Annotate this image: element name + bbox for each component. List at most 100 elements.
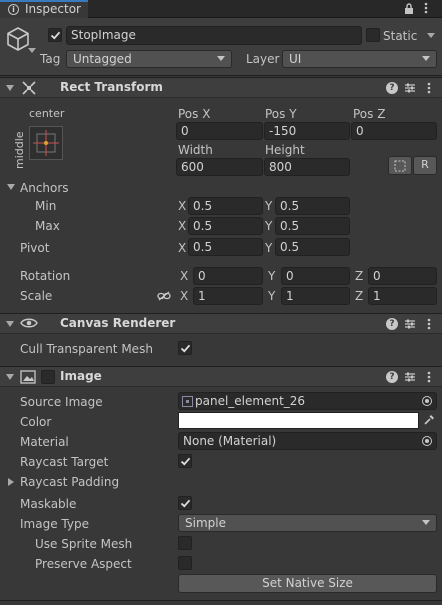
pos-x-field[interactable]: 0 <box>176 122 263 140</box>
rotation-x-field[interactable]: 0 <box>193 267 263 285</box>
help-icon[interactable]: ? <box>386 318 398 330</box>
lock-icon[interactable] <box>404 3 414 18</box>
blueprint-mode-button[interactable] <box>388 156 412 175</box>
static-dropdown-arrow[interactable] <box>427 33 435 38</box>
width-label: Width <box>178 143 213 157</box>
eyedropper-icon[interactable] <box>423 414 435 429</box>
gameobject-header: StopImage Static Tag Untagged Layer UI <box>0 18 442 76</box>
anchor-min-x-field[interactable]: 0.5 <box>188 197 263 215</box>
anchor-preset-button[interactable] <box>29 126 63 160</box>
more-icon[interactable] <box>427 318 431 333</box>
image-header[interactable]: Image ? <box>0 366 442 387</box>
anchor-max-x-field[interactable]: 0.5 <box>188 217 263 235</box>
tag-value: Untagged <box>73 52 132 66</box>
help-icon[interactable]: ? <box>386 371 398 383</box>
info-icon: i <box>8 4 19 15</box>
width-field[interactable]: 600 <box>176 158 263 176</box>
foldout-arrow[interactable] <box>6 85 14 91</box>
preset-icon[interactable] <box>404 371 416 386</box>
tab-label: Inspector <box>25 2 81 16</box>
anchor-max-y-field[interactable]: 0.5 <box>275 217 350 235</box>
static-checkbox[interactable] <box>366 28 380 42</box>
more-icon[interactable] <box>427 82 431 97</box>
active-checkbox[interactable] <box>48 28 62 42</box>
canvas-renderer-header[interactable]: Canvas Renderer ? <box>0 313 442 334</box>
scale-x-field[interactable]: 1 <box>193 287 263 305</box>
gameobject-name-field[interactable]: StopImage <box>66 26 362 45</box>
layer-dropdown[interactable]: UI <box>282 50 437 68</box>
anchor-preset-top-label: center <box>29 107 65 120</box>
raw-edit-button[interactable]: R <box>413 156 437 175</box>
axis-y-label: Y <box>265 241 273 255</box>
tag-label: Tag <box>40 52 61 66</box>
maskable-label: Maskable <box>20 497 77 511</box>
rotation-y-field[interactable]: 0 <box>281 267 350 285</box>
cull-transparent-mesh-label: Cull Transparent Mesh <box>20 342 153 356</box>
icon-dropdown-arrow[interactable] <box>28 48 36 53</box>
tag-dropdown[interactable]: Untagged <box>66 50 232 68</box>
axis-z-label: Z <box>355 289 364 303</box>
component-title: Rect Transform <box>60 80 163 94</box>
use-sprite-mesh-checkbox[interactable] <box>178 536 192 550</box>
raycast-padding-label[interactable]: Raycast Padding <box>20 474 119 490</box>
anchors-foldout-arrow[interactable] <box>7 184 15 190</box>
rotation-z-field[interactable]: 0 <box>368 267 437 285</box>
pos-y-label: Pos Y <box>265 107 297 121</box>
image-enabled-checkbox[interactable] <box>41 370 55 384</box>
chevron-down-icon <box>422 56 430 61</box>
set-native-size-button[interactable]: Set Native Size <box>178 574 437 593</box>
color-swatch[interactable] <box>178 412 419 429</box>
source-image-field[interactable]: panel_element_26 <box>178 392 437 410</box>
rect-transform-icon <box>21 80 37 99</box>
more-icon[interactable] <box>427 371 431 386</box>
source-image-value: panel_element_26 <box>195 394 306 408</box>
preset-icon[interactable] <box>404 82 416 97</box>
raycast-target-checkbox[interactable] <box>178 454 192 468</box>
foldout-arrow[interactable] <box>6 374 14 380</box>
tab-inspector[interactable]: i Inspector <box>0 0 88 18</box>
maskable-checkbox[interactable] <box>178 496 192 510</box>
axis-y-label: Y <box>268 289 276 303</box>
foldout-arrow[interactable] <box>6 321 14 327</box>
axis-x-label: X <box>178 241 187 255</box>
use-sprite-mesh-label: Use Sprite Mesh <box>35 537 133 551</box>
layer-label: Layer <box>246 52 280 66</box>
axis-y-label: Y <box>265 219 273 233</box>
constrain-proportions-icon[interactable] <box>157 290 171 304</box>
height-field[interactable]: 800 <box>264 158 350 176</box>
source-image-label: Source Image <box>20 395 103 409</box>
axis-x-label: X <box>178 219 187 233</box>
scale-label: Scale <box>20 289 53 303</box>
image-type-dropdown[interactable]: Simple <box>178 514 437 532</box>
axis-y-label: Y <box>265 199 273 213</box>
preserve-aspect-checkbox[interactable] <box>178 556 192 570</box>
scale-y-field[interactable]: 1 <box>281 287 350 305</box>
preset-icon[interactable] <box>404 318 416 333</box>
material-label: Material <box>20 435 69 449</box>
chevron-down-icon <box>217 56 225 61</box>
help-icon[interactable]: ? <box>386 82 398 94</box>
pivot-y-field[interactable]: 0.5 <box>275 238 350 256</box>
chevron-down-icon <box>422 520 430 525</box>
static-label: Static <box>383 29 418 43</box>
rotation-label: Rotation <box>20 269 71 283</box>
rect-transform-header[interactable]: Rect Transform ? <box>0 77 442 98</box>
object-picker-icon[interactable] <box>422 436 432 446</box>
anchor-preset-side-label: middle <box>13 131 26 169</box>
axis-x-label: X <box>180 289 189 303</box>
anchor-min-y-field[interactable]: 0.5 <box>275 197 350 215</box>
raycast-padding-foldout-arrow[interactable] <box>8 478 14 486</box>
material-field[interactable]: None (Material) <box>178 432 437 450</box>
pivot-x-field[interactable]: 0.5 <box>188 238 263 256</box>
pos-y-field[interactable]: -150 <box>264 122 350 140</box>
cull-transparent-mesh-checkbox[interactable] <box>178 341 192 355</box>
image-component-icon <box>20 370 36 387</box>
preserve-aspect-label: Preserve Aspect <box>35 557 132 571</box>
pos-z-field[interactable]: 0 <box>351 122 437 140</box>
component-title: Canvas Renderer <box>60 316 176 330</box>
more-icon[interactable] <box>424 2 428 17</box>
object-picker-icon[interactable] <box>422 396 432 406</box>
min-label: Min <box>35 199 57 213</box>
scale-z-field[interactable]: 1 <box>368 287 437 305</box>
gameobject-icon[interactable] <box>6 26 30 55</box>
